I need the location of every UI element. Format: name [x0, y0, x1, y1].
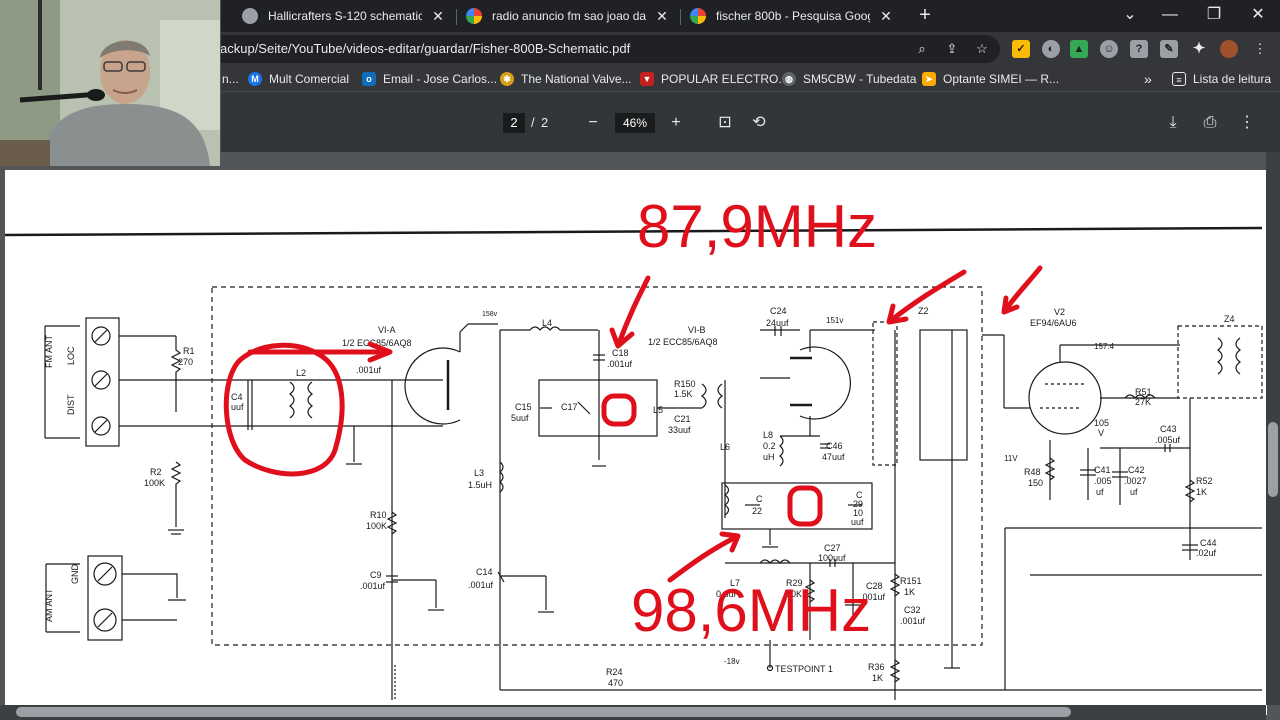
extension-icon-4[interactable]: ✎ [1160, 40, 1178, 58]
menu-kebab-icon[interactable]: ⋮ [1250, 39, 1270, 59]
share-icon[interactable]: ⇪ [942, 39, 962, 59]
new-tab-button[interactable]: + [914, 4, 936, 26]
bookmark-label: Mult Comercial [269, 72, 350, 86]
bookmark-label: The National Valve... [521, 72, 632, 86]
bookmark-label: Email - Jose Carlos... [383, 72, 498, 86]
bookmark-email[interactable]: o Email - Jose Carlos... [362, 70, 497, 88]
bookmark-label: n... [222, 72, 239, 86]
zoom-icon[interactable]: ⌕ [912, 39, 932, 59]
fit-page-icon[interactable]: ⊡ [714, 112, 736, 134]
bookmark-tubedata[interactable]: ◍ SM5CBW - Tubedata [782, 70, 916, 88]
drive-icon[interactable]: ▲ [1070, 40, 1088, 58]
webcam-overlay [0, 0, 221, 166]
tab-hallicrafters[interactable]: Hallicrafters S-120 schematic ✕ [232, 0, 456, 32]
reading-list-label: Lista de leitura [1193, 72, 1272, 86]
page-separator: / [531, 115, 535, 130]
more-bookmarks-button[interactable]: » [1144, 70, 1152, 88]
help-icon[interactable]: ? [1130, 40, 1148, 58]
tab-title: Hallicrafters S-120 schematic [268, 9, 422, 23]
total-pages: 2 [541, 115, 549, 130]
bookmark-label: Optante SIMEI — R... [943, 72, 1060, 86]
reading-list-icon: ≡ [1172, 72, 1186, 86]
reading-list-button[interactable]: ≡ Lista de leitura [1172, 70, 1271, 88]
zoom-in-button[interactable]: + [665, 112, 687, 134]
zoom-level-input[interactable]: 46% [615, 113, 655, 133]
close-tab-icon[interactable]: ✕ [878, 8, 894, 25]
annotation-bottom-frequency: 98,6MHz [631, 577, 872, 644]
close-tab-icon[interactable]: ✕ [654, 8, 670, 25]
maximize-button[interactable]: ❐ [1192, 0, 1236, 32]
close-window-button[interactable]: ✕ [1236, 0, 1280, 32]
bookmark-optante-simei[interactable]: ➤ Optante SIMEI — R... [922, 70, 1059, 88]
bookmark-mult-comercial[interactable]: M Mult Comercial [248, 70, 349, 88]
vertical-scrollbar-thumb[interactable] [1268, 422, 1278, 497]
outlook-icon: o [362, 72, 376, 86]
tab-radio-anuncio[interactable]: radio anuncio fm sao joao da bo ✕ [456, 0, 680, 32]
browser-window: Hallicrafters S-120 schematic ✕ radio an… [0, 0, 1280, 720]
extension-icon-2[interactable]: ◐ [1042, 40, 1060, 58]
bookmark-truncated[interactable]: n... [222, 70, 239, 88]
address-url[interactable]: ackup/Seite/YouTube/videos-editar/guarda… [220, 41, 630, 56]
tab-search-button[interactable]: ⌄ [1108, 0, 1152, 32]
bookmark-star-icon[interactable]: ☆ [972, 39, 992, 59]
google-icon [690, 8, 706, 24]
extension-icon-3[interactable]: ☺ [1100, 40, 1118, 58]
horizontal-scrollbar-thumb[interactable] [16, 707, 1071, 717]
star-icon: ✱ [500, 72, 514, 86]
tab-title: fischer 800b - Pesquisa Google [716, 9, 870, 23]
more-options-icon[interactable]: ⋮ [1236, 112, 1258, 134]
annotation-top-frequency: 87,9MHz [637, 193, 878, 260]
presenter-video [0, 0, 220, 166]
page-number-input[interactable]: 2 [503, 113, 525, 133]
bookmark-label: POPULAR ELECTRO... [661, 72, 789, 86]
arrow-icon: ➤ [922, 72, 936, 86]
extension-icon-1[interactable]: ✓ [1012, 40, 1030, 58]
tab-fischer-search[interactable]: fischer 800b - Pesquisa Google ✕ [680, 0, 904, 32]
profile-avatar[interactable] [1220, 40, 1238, 58]
bookmark-national-valve[interactable]: ✱ The National Valve... [500, 70, 632, 88]
globe-icon [242, 8, 258, 24]
rotate-icon[interactable]: ⟲ [748, 112, 770, 134]
bookmark-popular-electronics[interactable]: ▼ POPULAR ELECTRO... [640, 70, 788, 88]
globe-icon: ◍ [782, 72, 796, 86]
extensions-puzzle-icon[interactable]: ✦ [1190, 40, 1208, 58]
download-icon[interactable]: ⤓ [1162, 112, 1184, 134]
bookmark-label: SM5CBW - Tubedata [803, 72, 917, 86]
pin-icon: ▼ [640, 72, 654, 86]
google-icon [466, 8, 482, 24]
zoom-out-button[interactable]: − [582, 112, 604, 134]
close-tab-icon[interactable]: ✕ [430, 8, 446, 25]
tab-title: radio anuncio fm sao joao da bo [492, 9, 646, 23]
m-logo-icon: M [248, 72, 262, 86]
print-icon[interactable]: ⎙ [1199, 112, 1221, 134]
minimize-button[interactable]: — [1148, 0, 1192, 32]
